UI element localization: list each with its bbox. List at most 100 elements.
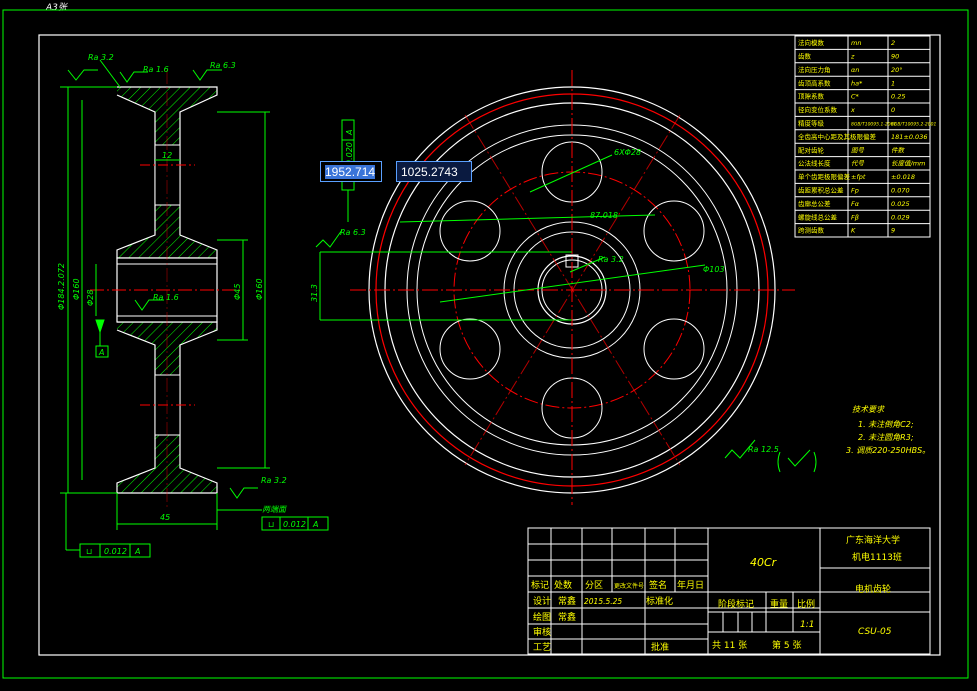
front-view bbox=[350, 70, 795, 505]
param-value: 0.029 bbox=[891, 213, 910, 221]
param-symbol: ha* bbox=[851, 79, 863, 87]
face-note: 两端面 bbox=[262, 505, 288, 514]
hdr-mark: 标记 bbox=[531, 579, 549, 591]
gear-parameters-table: 法向模数 mn 2齿数 z 90法向压力角 αn 20°齿顶高系数 ha* 1顶隙系数 C* 0.2… bbox=[794, 35, 937, 238]
drawing-number: CSU-05 bbox=[858, 627, 892, 637]
hdr-docno: 更改文件号 bbox=[614, 582, 644, 590]
param-symbol: ±fpt bbox=[851, 173, 866, 181]
cad-drawing-canvas[interactable]: Ra 3.2 Ra 1.6 Ra 6.3 Ra 1.6 Ra 3.2 45 12… bbox=[0, 0, 977, 691]
datum-label: A bbox=[98, 348, 104, 357]
pitch-label: 87.018 bbox=[590, 211, 618, 220]
param-value: 181±0.036 bbox=[891, 133, 927, 141]
scale-value: 1:1 bbox=[800, 620, 814, 630]
side-dim-d2: Φ45 bbox=[233, 284, 242, 300]
side-roughness-1: Ra 3.2 bbox=[88, 53, 114, 62]
general-roughness-symbol bbox=[777, 449, 817, 473]
param-name: 齿顶高系数 bbox=[798, 78, 831, 87]
side-dim-d3: Φ160 bbox=[255, 278, 264, 300]
tech-req-item-2: 2. 未注圆角R3; bbox=[858, 433, 914, 442]
param-name: 齿数 bbox=[798, 52, 812, 61]
tech-req-item-1: 1. 未注倒角C2; bbox=[858, 420, 914, 429]
param-name: 法向压力角 bbox=[798, 65, 831, 74]
hdr-count: 处数 bbox=[554, 579, 572, 591]
scale-label: 比例 bbox=[797, 598, 815, 610]
face-tol-datum: A bbox=[312, 520, 318, 529]
param-symbol: 8GB/T10095.1-2001 bbox=[851, 122, 897, 128]
param-name: 配对齿轮 bbox=[798, 145, 825, 154]
param-symbol: 代号 bbox=[851, 160, 865, 168]
param-symbol: x bbox=[850, 106, 855, 114]
param-name: 单个齿距极限偏差 bbox=[798, 172, 851, 181]
approve-label: 批准 bbox=[651, 641, 669, 653]
tech-req-title: 技术要求 bbox=[852, 405, 885, 414]
hdr-sign: 签名 bbox=[649, 579, 667, 591]
hdr-date: 年月日 bbox=[677, 579, 704, 591]
param-value: ±0.018 bbox=[891, 173, 915, 181]
param-value: 9 bbox=[891, 227, 895, 235]
param-name: 法向模数 bbox=[798, 38, 825, 47]
param-name: 全齿高中心距及其极限偏差 bbox=[798, 132, 877, 141]
param-value: 20° bbox=[891, 66, 903, 74]
param-value: 8GB/T10095.2-2001 bbox=[891, 122, 937, 128]
param-value: 0.25 bbox=[891, 93, 905, 101]
param-value: 件数 bbox=[891, 146, 906, 154]
side-dim-d1: Φ160 bbox=[72, 278, 81, 300]
param-value: 90 bbox=[891, 53, 899, 61]
param-value: 长度值/mm bbox=[891, 160, 925, 168]
param-value: 0 bbox=[891, 106, 895, 114]
total-sheets: 共 11 张 bbox=[712, 640, 747, 651]
cursor-y-coordinate[interactable]: 1025.2743 bbox=[396, 161, 472, 182]
param-symbol: Fα bbox=[851, 200, 860, 208]
cursor-x-coordinate[interactable]: 1952.714 bbox=[320, 161, 382, 182]
design-label: 设计 bbox=[533, 595, 551, 607]
param-value: 0.070 bbox=[891, 187, 910, 195]
param-symbol: Fβ bbox=[851, 213, 859, 221]
param-symbol: Fp bbox=[851, 187, 859, 195]
param-name: 跨测齿数 bbox=[798, 226, 825, 235]
side-dim-od: Φ184.2.072 bbox=[57, 263, 66, 310]
class-name: 机电1113班 bbox=[852, 551, 902, 563]
param-value: 0.025 bbox=[891, 200, 910, 208]
side-dim-web: 12 bbox=[162, 151, 172, 160]
param-symbol: mn bbox=[851, 39, 861, 47]
holes-label: 6XΦ28 bbox=[614, 148, 641, 157]
param-name: 公法线长度 bbox=[798, 159, 831, 168]
side-dim-bore: Φ28 bbox=[86, 290, 95, 306]
school-name: 广东海洋大学 bbox=[846, 534, 900, 546]
draw-label: 绘图 bbox=[533, 611, 551, 623]
front-tol-datum: A bbox=[345, 130, 354, 136]
face-tol-sym: ⊔ bbox=[268, 520, 274, 529]
runout-sym: ⊔ bbox=[86, 547, 92, 556]
stage-label: 阶段标记 bbox=[718, 598, 754, 610]
designer: 常鑫 bbox=[558, 595, 576, 607]
material: 40Cr bbox=[750, 556, 778, 569]
runout-datum: A bbox=[134, 547, 140, 556]
process-label: 工艺 bbox=[533, 642, 551, 653]
param-value: 1 bbox=[891, 79, 895, 87]
param-name: 齿廓总公差 bbox=[798, 199, 831, 208]
param-name: 螺旋线总公差 bbox=[798, 212, 838, 221]
param-name: 径向变位系数 bbox=[798, 105, 838, 114]
tech-req-item-3: 3. 调质220-250HBS。 bbox=[846, 446, 930, 455]
check-label: 审核 bbox=[533, 626, 551, 638]
param-value: 2 bbox=[891, 39, 895, 47]
key-dim-label: 31.3 bbox=[310, 284, 319, 302]
hole-dia-label: Φ103 bbox=[703, 265, 725, 274]
weight-label: 重量 bbox=[770, 598, 788, 610]
param-symbol: C* bbox=[851, 93, 860, 101]
param-symbol: z bbox=[850, 53, 855, 61]
hdr-zone: 分区 bbox=[585, 580, 603, 591]
drawer: 常鑫 bbox=[558, 611, 576, 623]
param-symbol: 图号 bbox=[851, 146, 865, 154]
keyway-roughness: Ra 3.2 bbox=[598, 255, 624, 264]
side-dim-width: 45 bbox=[160, 513, 170, 522]
front-roughness: Ra 6.3 bbox=[340, 228, 366, 237]
param-symbol: αn bbox=[851, 66, 859, 74]
param-name: 齿距累积总公差 bbox=[798, 186, 844, 195]
general-roughness: Ra 12.5 bbox=[748, 445, 779, 454]
side-section-view bbox=[90, 70, 240, 510]
standardization: 标准化 bbox=[646, 595, 673, 607]
param-name: 顶隙系数 bbox=[798, 92, 825, 101]
side-roughness-2: Ra 1.6 bbox=[143, 65, 169, 74]
param-symbol: K bbox=[851, 227, 856, 235]
